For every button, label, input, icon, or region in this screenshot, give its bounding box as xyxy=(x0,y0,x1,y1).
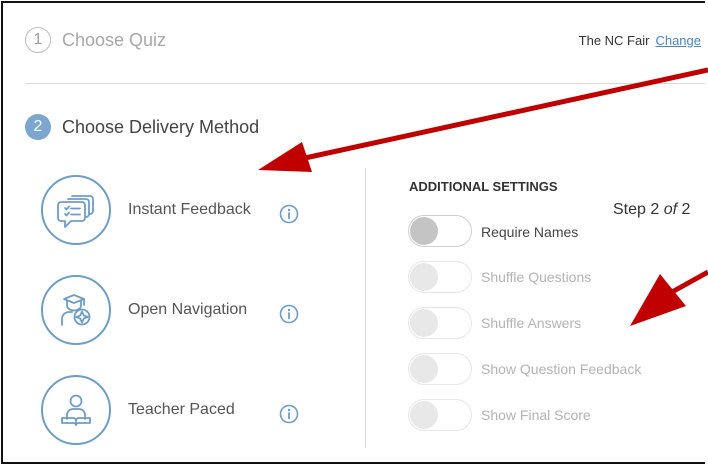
info-icon[interactable] xyxy=(279,204,299,224)
toggle-knob xyxy=(410,309,438,337)
step-choose-delivery-method: 2 Choose Delivery Method xyxy=(25,114,259,140)
step-label-choose-delivery-method: Choose Delivery Method xyxy=(62,116,260,137)
section-divider xyxy=(25,83,705,84)
require-names-label: Require Names xyxy=(481,224,579,240)
vertical-divider xyxy=(365,168,366,448)
setting-shuffle-answers: Shuffle Answers xyxy=(408,307,581,339)
setting-shuffle-questions: Shuffle Questions xyxy=(408,261,591,293)
quiz-launch-panel: 1 Choose Quiz The NC Fair Change 2 Choose… xyxy=(1,1,705,464)
show-question-feedback-toggle[interactable] xyxy=(408,353,472,385)
step-number-2: 2 xyxy=(25,114,51,140)
require-names-toggle[interactable] xyxy=(408,215,472,247)
step-indicator-suffix: 2 xyxy=(677,201,691,218)
method-label-instant-feedback: Instant Feedback xyxy=(128,201,251,218)
info-icon[interactable] xyxy=(279,404,299,424)
setting-require-names: Require Names xyxy=(408,215,578,247)
selected-quiz-info: The NC Fair Change xyxy=(579,33,701,48)
step-number-1: 1 xyxy=(25,27,51,53)
toggle-knob xyxy=(410,355,438,383)
shuffle-questions-label: Shuffle Questions xyxy=(481,269,592,285)
step-choose-quiz[interactable]: 1 Choose Quiz xyxy=(25,27,166,53)
shuffle-answers-toggle[interactable] xyxy=(408,307,472,339)
method-label-teacher-paced: Teacher Paced xyxy=(128,401,235,418)
toggle-knob xyxy=(410,217,438,245)
chat-bubbles-icon xyxy=(41,175,111,245)
show-question-feedback-label: Show Question Feedback xyxy=(481,361,642,377)
graduate-compass-icon xyxy=(41,275,111,345)
show-final-score-toggle[interactable] xyxy=(408,399,472,431)
shuffle-answers-label: Shuffle Answers xyxy=(481,315,582,331)
method-open-navigation[interactable]: Open Navigation xyxy=(41,275,247,345)
teacher-book-icon xyxy=(41,375,111,445)
step-label-choose-quiz: Choose Quiz xyxy=(62,29,167,50)
toggle-knob xyxy=(410,401,438,429)
show-final-score-label: Show Final Score xyxy=(481,407,591,423)
step-indicator-prefix: Step 2 xyxy=(613,201,664,218)
selected-quiz-name: The NC Fair xyxy=(578,33,650,48)
method-teacher-paced[interactable]: Teacher Paced xyxy=(41,375,235,445)
setting-show-final-score: Show Final Score xyxy=(408,399,591,431)
shuffle-questions-toggle[interactable] xyxy=(408,261,472,293)
info-icon[interactable] xyxy=(279,304,299,324)
method-instant-feedback[interactable]: Instant Feedback xyxy=(41,175,251,245)
change-quiz-link[interactable]: Change xyxy=(655,33,701,48)
additional-settings-title: ADDITIONAL SETTINGS xyxy=(409,179,558,194)
method-label-open-navigation: Open Navigation xyxy=(128,301,248,318)
toggle-knob xyxy=(410,263,438,291)
step-indicator-of: of xyxy=(663,201,678,218)
setting-show-question-feedback: Show Question Feedback xyxy=(408,353,641,385)
step-indicator: Step 2 of 2 xyxy=(613,201,690,219)
